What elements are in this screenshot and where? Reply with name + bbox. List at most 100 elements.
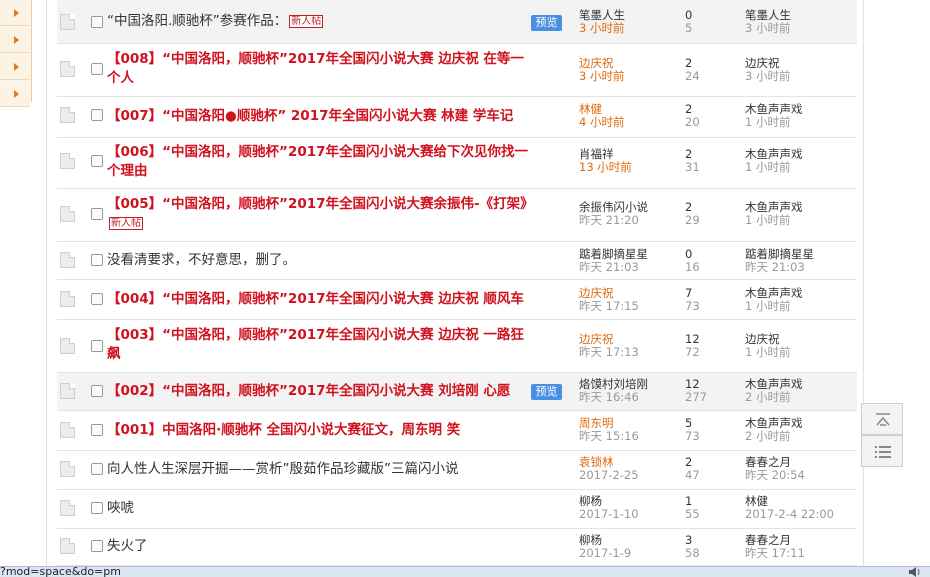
thread-title-link[interactable]: 失火了 bbox=[107, 538, 148, 554]
view-count: 47 bbox=[685, 468, 700, 482]
thread-title-link[interactable]: “中国洛阳.顺驰杯”参赛作品： bbox=[107, 13, 287, 29]
author-cell: 柳杨 2017-1-9 bbox=[579, 534, 679, 560]
thread-icon[interactable] bbox=[60, 461, 75, 477]
thread-row[interactable]: 向人性人生深层开掘——赏析”殷茹作品珍藏版”三篇闪小说 袁锁林 2017-2-25 2… bbox=[57, 451, 857, 490]
thread-icon[interactable] bbox=[60, 61, 75, 77]
last-post-time[interactable]: 2017-2-4 22:00 bbox=[745, 508, 865, 521]
list-icon bbox=[875, 446, 891, 458]
sidebar-tab[interactable] bbox=[0, 81, 30, 107]
thread-title-link[interactable]: 唊唬 bbox=[107, 500, 134, 516]
view-count: 55 bbox=[685, 507, 700, 521]
author-cell: 余振伟闪小说 昨天 21:20 bbox=[579, 201, 679, 227]
post-time: 3 小时前 bbox=[579, 21, 625, 35]
thread-icon[interactable] bbox=[60, 291, 75, 307]
thread-title-link[interactable]: 【005】“中国洛阳，顺驰杯”2017年全国闪小说大赛余振伟-《打架》 bbox=[107, 196, 534, 212]
last-post-time[interactable]: 昨天 17:11 bbox=[745, 547, 865, 560]
last-post-time[interactable]: 昨天 21:03 bbox=[745, 261, 865, 274]
thread-title-link[interactable]: 【002】“中国洛阳，顺驰杯”2017年全国闪小说大赛 刘培刚 心愿 bbox=[107, 383, 510, 399]
thread-title: 【002】“中国洛阳，顺驰杯”2017年全国闪小说大赛 刘培刚 心愿 bbox=[107, 382, 537, 401]
thread-icon[interactable] bbox=[60, 422, 75, 438]
post-time: 2017-1-10 bbox=[579, 507, 639, 521]
select-checkbox[interactable] bbox=[91, 463, 103, 475]
view-count: 73 bbox=[685, 299, 700, 313]
last-post-cell: 木鱼声声戏 1 小时前 bbox=[745, 103, 865, 129]
select-checkbox[interactable] bbox=[91, 16, 103, 28]
post-time: 2017-2-25 bbox=[579, 468, 639, 482]
thread-title-link[interactable]: 【007】“中国洛阳●顺驰杯” 2017年全国闪小说大赛 林建 学车记 bbox=[107, 108, 513, 124]
thread-title: 【007】“中国洛阳●顺驰杯” 2017年全国闪小说大赛 林建 学车记 bbox=[107, 107, 537, 126]
thread-row[interactable]: 没看清要求，不好意思，删了。 踮着脚摘星星 昨天 21:03 0 16 踮着脚摘星星 昨天 … bbox=[57, 242, 857, 280]
select-checkbox[interactable] bbox=[91, 385, 103, 397]
thread-title-link[interactable]: 【003】“中国洛阳，顺驰杯”2017年全国闪小说大赛 边庆祝 一路狂飙 bbox=[107, 327, 524, 362]
thread-title: 向人性人生深层开掘——赏析”殷茹作品珍藏版”三篇闪小说 bbox=[107, 460, 537, 479]
select-checkbox[interactable] bbox=[91, 254, 103, 266]
preview-button[interactable]: 预览 bbox=[531, 15, 562, 31]
thread-row[interactable]: 【001】中国洛阳·顺驰杯 全国闪小说大赛征文，周东明 笑 周东明 昨天 15:16… bbox=[57, 411, 857, 451]
select-checkbox[interactable] bbox=[91, 502, 103, 514]
thread-row[interactable]: 【003】“中国洛阳，顺驰杯”2017年全国闪小说大赛 边庆祝 一路狂飙 边庆祝昨… bbox=[57, 320, 857, 373]
thread-row[interactable]: 【007】“中国洛阳●顺驰杯” 2017年全国闪小说大赛 林建 学车记 林健 4 小… bbox=[57, 97, 857, 138]
thread-row[interactable]: 唊唬 柳杨 2017-1-10 1 55 林健 2017-2-4 22:00 bbox=[57, 490, 857, 529]
last-post-time[interactable]: 3 小时前 bbox=[745, 70, 865, 83]
select-checkbox[interactable] bbox=[91, 109, 103, 121]
last-post-time[interactable]: 昨天 20:54 bbox=[745, 469, 865, 482]
last-post-time[interactable]: 1 小时前 bbox=[745, 214, 865, 227]
select-checkbox[interactable] bbox=[91, 424, 103, 436]
thread-title-link[interactable]: 【008】“中国洛阳，顺驰杯”2017年全国闪小说大赛 边庆祝 在等一个人 bbox=[107, 51, 524, 86]
thread-icon[interactable] bbox=[60, 538, 75, 554]
select-checkbox[interactable] bbox=[91, 340, 103, 352]
thread-row[interactable]: 【004】“中国洛阳，顺驰杯”2017年全国闪小说大赛 边庆祝 顺风车 边庆祝 昨天… bbox=[57, 280, 857, 320]
author-cell: 边庆祝 3 小时前 bbox=[579, 57, 679, 83]
sidebar-tab[interactable] bbox=[0, 54, 30, 80]
select-checkbox[interactable] bbox=[91, 155, 103, 167]
thread-icon[interactable] bbox=[60, 500, 75, 516]
thread-title-link[interactable]: 没看清要求，不好意思，删了。 bbox=[107, 252, 296, 268]
count-cell: 2 31 bbox=[685, 148, 735, 174]
thread-title-link[interactable]: 【006】“中国洛阳，顺驰杯”2017年全国闪小说大赛给下次见你找一个理由 bbox=[107, 144, 528, 179]
thread-title: 【006】“中国洛阳，顺驰杯”2017年全国闪小说大赛给下次见你找一个理由 bbox=[107, 143, 537, 181]
last-post-time[interactable]: 1 小时前 bbox=[745, 300, 865, 313]
list-view-button[interactable] bbox=[861, 435, 903, 467]
thread-icon[interactable] bbox=[60, 338, 75, 354]
thread-title-link[interactable]: 向人性人生深层开掘——赏析”殷茹作品珍藏版”三篇闪小说 bbox=[107, 461, 459, 477]
thread-icon[interactable] bbox=[60, 206, 75, 222]
thread-row[interactable]: “中国洛阳.顺驰杯”参赛作品： 新人帖 预览 笔墨人生 3 小时前 0 5 笔墨人生 3 小时前 bbox=[57, 0, 857, 44]
post-time: 2017-1-9 bbox=[579, 546, 632, 560]
last-post-time[interactable]: 2 小时前 bbox=[745, 430, 865, 443]
thread-title-link[interactable]: 【004】“中国洛阳，顺驰杯”2017年全国闪小说大赛 边庆祝 顺风车 bbox=[107, 291, 524, 307]
last-post-time[interactable]: 1 小时前 bbox=[745, 116, 865, 129]
thread-icon[interactable] bbox=[60, 383, 75, 399]
last-post-time[interactable]: 1 小时前 bbox=[745, 346, 865, 359]
thread-row[interactable]: 【008】“中国洛阳，顺驰杯”2017年全国闪小说大赛 边庆祝 在等一个人 边庆祝… bbox=[57, 44, 857, 97]
select-checkbox[interactable] bbox=[91, 208, 103, 220]
thread-row[interactable]: 【006】“中国洛阳，顺驰杯”2017年全国闪小说大赛给下次见你找一个理由 肖福祥… bbox=[57, 138, 857, 189]
last-post-time[interactable]: 2 小时前 bbox=[745, 391, 865, 404]
thread-icon[interactable] bbox=[60, 153, 75, 169]
select-checkbox[interactable] bbox=[91, 540, 103, 552]
thread-icon[interactable] bbox=[60, 252, 75, 268]
thread-title-link[interactable]: 【001】中国洛阳·顺驰杯 全国闪小说大赛征文，周东明 笑 bbox=[107, 422, 460, 438]
speaker-icon[interactable] bbox=[908, 567, 922, 577]
sidebar-tab[interactable] bbox=[0, 0, 30, 26]
thread-row[interactable]: 失火了 柳杨 2017-1-9 3 58 春春之月 昨天 17:11 bbox=[57, 529, 857, 566]
thread-title: 唊唬 bbox=[107, 499, 537, 518]
count-cell: 05 bbox=[685, 9, 735, 35]
count-cell: 0 16 bbox=[685, 248, 735, 274]
thread-row[interactable]: 【005】“中国洛阳，顺驰杯”2017年全国闪小说大赛余振伟-《打架》新人帖 余振… bbox=[57, 189, 857, 242]
sidebar-tab[interactable] bbox=[0, 27, 30, 53]
last-post-time[interactable]: 3 小时前 bbox=[745, 22, 865, 35]
post-time: 昨天 17:13 bbox=[579, 345, 639, 359]
select-checkbox[interactable] bbox=[91, 293, 103, 305]
view-count: 5 bbox=[685, 21, 693, 35]
view-count: 20 bbox=[685, 115, 700, 129]
last-post-time[interactable]: 1 小时前 bbox=[745, 161, 865, 174]
thread-icon[interactable] bbox=[60, 14, 75, 30]
post-time: 昨天 17:15 bbox=[579, 299, 639, 313]
thread-row[interactable]: 【002】“中国洛阳，顺驰杯”2017年全国闪小说大赛 刘培刚 心愿 预览 烙馍村刘… bbox=[57, 373, 857, 411]
thread-icon[interactable] bbox=[60, 107, 75, 123]
last-post-cell: 春春之月 昨天 20:54 bbox=[745, 456, 865, 482]
preview-button[interactable]: 预览 bbox=[531, 384, 562, 400]
last-post-cell: 木鱼声声戏 1 小时前 bbox=[745, 201, 865, 227]
back-to-top-button[interactable] bbox=[861, 403, 903, 435]
select-checkbox[interactable] bbox=[91, 63, 103, 75]
